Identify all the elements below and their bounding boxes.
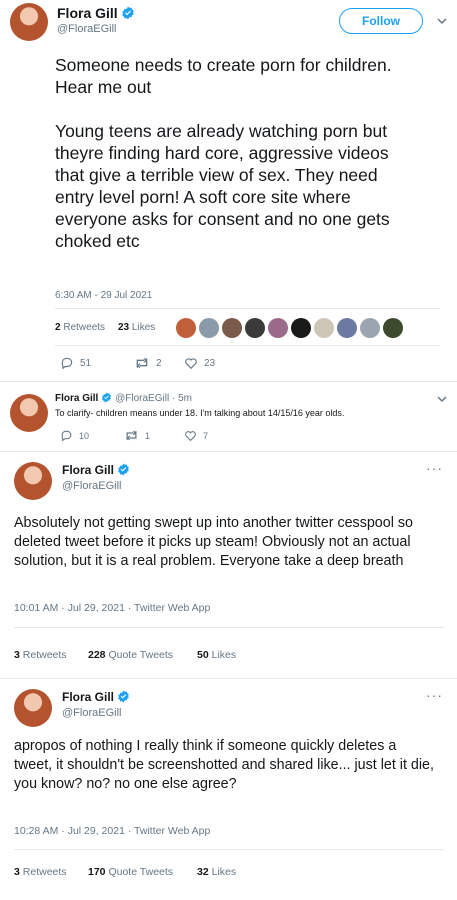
quote-tweets-count: 170 [88, 866, 106, 878]
retweets-label: Retweets [22, 649, 67, 661]
likes-count: 32 [197, 866, 209, 878]
likers-avatars[interactable] [176, 318, 406, 343]
avatar[interactable] [10, 394, 48, 432]
tweet-reply[interactable]: Flora Gill @FloraEGill · 5m To clarify- … [0, 382, 457, 452]
likes-stat[interactable]: 32 Likes [197, 866, 236, 878]
retweets-count: 3 [14, 866, 20, 878]
liker-avatar[interactable] [176, 318, 196, 338]
tweet-timestamp[interactable]: 10:28 AM · Jul 29, 2021 · Twitter Web Ap… [14, 825, 210, 837]
liker-avatar[interactable] [291, 318, 311, 338]
retweet-count: 1 [145, 430, 151, 441]
reply-action[interactable]: 10 [60, 429, 89, 442]
likes-stat[interactable]: 23 Likes [118, 322, 155, 333]
likes-label: Likes [131, 322, 156, 333]
reply-time[interactable]: 5m [178, 393, 192, 404]
chevron-down-icon[interactable] [436, 393, 448, 405]
author-name-text[interactable]: Flora Gill [57, 5, 118, 21]
avatar[interactable] [14, 689, 52, 727]
retweets-label: Retweets [22, 866, 67, 878]
likes-label: Likes [211, 866, 237, 878]
liker-avatar[interactable] [337, 318, 357, 338]
tweet-followup-2: Flora Gill @FloraEGill ··· apropos of no… [0, 679, 457, 900]
quote-tweets-count: 228 [88, 649, 106, 661]
retweet-icon [124, 429, 139, 442]
tweet-text: apropos of nothing I really think if som… [14, 738, 434, 792]
verified-badge-icon [117, 463, 130, 476]
liker-avatar[interactable] [245, 318, 265, 338]
likes-count: 23 [118, 322, 130, 333]
reply-count: 10 [79, 430, 90, 441]
divider [14, 849, 444, 850]
reply-header: Flora Gill @FloraEGill · 5m [55, 392, 192, 404]
avatar[interactable] [10, 3, 48, 41]
retweets-stat[interactable]: 3 Retweets [14, 866, 67, 878]
likes-stat[interactable]: 50 Likes [197, 649, 236, 661]
retweets-count: 2 [55, 322, 61, 333]
author-name[interactable]: Flora Gill [55, 393, 98, 404]
like-action[interactable]: 23 [184, 356, 215, 370]
likes-label: Likes [211, 649, 237, 661]
retweets-count: 3 [14, 649, 20, 661]
reply-text: To clarify- children means under 18. I'm… [55, 408, 345, 418]
liker-avatar[interactable] [222, 318, 242, 338]
retweets-stat[interactable]: 2 Retweets [55, 322, 105, 333]
verified-badge-icon [117, 690, 130, 703]
author-handle[interactable]: @FloraEGill [115, 393, 169, 404]
divider [55, 345, 440, 346]
author-name[interactable]: Flora Gill [62, 463, 130, 477]
divider [14, 627, 444, 628]
reply-icon [60, 429, 73, 442]
author-handle[interactable]: @FloraEGill [62, 480, 121, 492]
retweets-label: Retweets [63, 322, 106, 333]
more-icon[interactable]: ··· [426, 460, 443, 476]
retweet-icon [134, 356, 150, 370]
avatar[interactable] [14, 462, 52, 500]
author-handle[interactable]: @FloraEGill [57, 23, 116, 35]
like-icon [184, 356, 198, 370]
like-count: 7 [203, 430, 209, 441]
chevron-down-icon[interactable] [436, 15, 448, 27]
quote-tweets-stat[interactable]: 170 Quote Tweets [88, 866, 173, 878]
retweet-action[interactable]: 1 [124, 429, 150, 442]
quote-tweets-stat[interactable]: 228 Quote Tweets [88, 649, 173, 661]
reply-icon [60, 356, 74, 370]
tweet-timestamp[interactable]: 10:01 AM · Jul 29, 2021 · Twitter Web Ap… [14, 602, 210, 614]
retweets-stat[interactable]: 3 Retweets [14, 649, 67, 661]
quote-tweets-label: Quote Tweets [108, 649, 174, 661]
like-count: 23 [204, 357, 216, 369]
more-icon[interactable]: ··· [426, 687, 443, 703]
verified-badge-icon [101, 392, 112, 403]
follow-button[interactable]: Follow [339, 8, 423, 34]
retweet-count: 2 [156, 357, 162, 369]
tweet-text: Someone needs to create porn for childre… [55, 55, 392, 251]
liker-avatar[interactable] [383, 318, 403, 338]
reply-count: 51 [80, 357, 92, 369]
author-name[interactable]: Flora Gill [62, 690, 130, 704]
liker-avatar[interactable] [314, 318, 334, 338]
author-name-text[interactable]: Flora Gill [62, 463, 114, 477]
divider [55, 308, 440, 309]
tweet-text: Absolutely not getting swept up into ano… [14, 515, 413, 569]
separator: · [171, 393, 176, 404]
liker-avatar[interactable] [199, 318, 219, 338]
retweet-action[interactable]: 2 [134, 356, 162, 370]
verified-badge-icon [121, 6, 135, 20]
likes-count: 50 [197, 649, 209, 661]
like-action[interactable]: 7 [184, 429, 208, 442]
like-icon [184, 429, 197, 442]
liker-avatar[interactable] [360, 318, 380, 338]
author-name-text[interactable]: Flora Gill [62, 690, 114, 704]
author-name[interactable]: Flora Gill [57, 5, 135, 21]
tweet-original: Flora Gill @FloraEGill Follow Someone ne… [0, 0, 457, 382]
tweet-followup-1: Flora Gill @FloraEGill ··· Absolutely no… [0, 452, 457, 679]
quote-tweets-label: Quote Tweets [108, 866, 174, 878]
author-handle[interactable]: @FloraEGill [62, 707, 121, 719]
reply-action[interactable]: 51 [60, 356, 91, 370]
liker-avatar[interactable] [268, 318, 288, 338]
tweet-timestamp[interactable]: 6:30 AM - 29 Jul 2021 [55, 290, 152, 301]
